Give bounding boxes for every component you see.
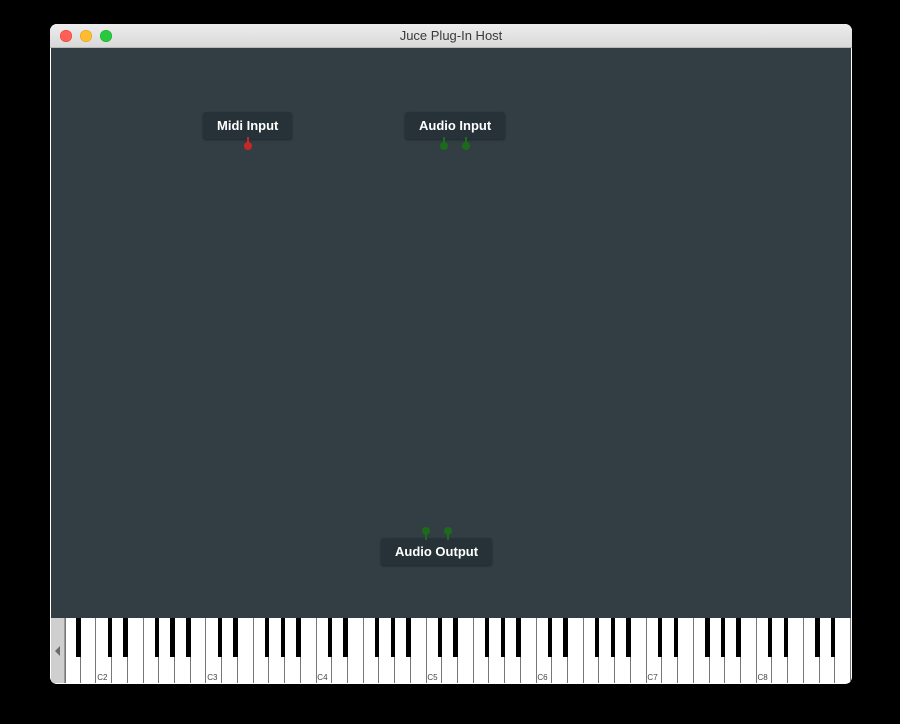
audio-output-node[interactable]: Audio Output [381, 538, 492, 565]
piano-keys[interactable]: C2C3C4C5C6C7C8 [65, 618, 851, 683]
white-key[interactable] [741, 618, 757, 683]
white-key[interactable] [191, 618, 207, 683]
white-key[interactable] [348, 618, 364, 683]
patch-canvas[interactable]: Midi Input Audio Input Audio Output [51, 48, 851, 618]
midi-input-node[interactable]: Midi Input [203, 112, 292, 139]
white-key[interactable] [81, 618, 97, 683]
audio-input-pins [440, 137, 470, 151]
audio-input-node[interactable]: Audio Input [405, 112, 505, 139]
white-key[interactable] [458, 618, 474, 683]
midi-input-pins [244, 137, 252, 151]
titlebar[interactable]: Juce Plug-In Host [50, 24, 852, 48]
app-window: Juce Plug-In Host Midi Input Audio Input… [50, 24, 852, 684]
white-key[interactable] [678, 618, 694, 683]
node-label: Midi Input [217, 118, 278, 133]
white-key[interactable] [835, 618, 851, 683]
white-key[interactable] [301, 618, 317, 683]
white-key[interactable] [631, 618, 647, 683]
white-key[interactable] [521, 618, 537, 683]
audio-input-pin-icon[interactable] [444, 526, 452, 540]
audio-input-pin-icon[interactable] [422, 526, 430, 540]
audio-output-pins [422, 526, 452, 540]
audio-output-pin-icon[interactable] [462, 137, 470, 151]
midi-output-pin-icon[interactable] [244, 137, 252, 151]
close-icon[interactable] [60, 30, 72, 42]
keyboard-scroll-left-button[interactable] [51, 618, 65, 683]
window-controls [50, 30, 112, 42]
window-title: Juce Plug-In Host [50, 28, 852, 43]
maximize-icon[interactable] [100, 30, 112, 42]
minimize-icon[interactable] [80, 30, 92, 42]
white-key[interactable] [788, 618, 804, 683]
white-key[interactable] [411, 618, 427, 683]
white-key[interactable] [238, 618, 254, 683]
white-key[interactable] [128, 618, 144, 683]
chevron-left-icon [54, 645, 62, 657]
node-label: Audio Output [395, 544, 478, 559]
piano-keyboard: C2C3C4C5C6C7C8 [51, 618, 851, 683]
audio-output-pin-icon[interactable] [440, 137, 448, 151]
node-label: Audio Input [419, 118, 491, 133]
white-key[interactable] [568, 618, 584, 683]
